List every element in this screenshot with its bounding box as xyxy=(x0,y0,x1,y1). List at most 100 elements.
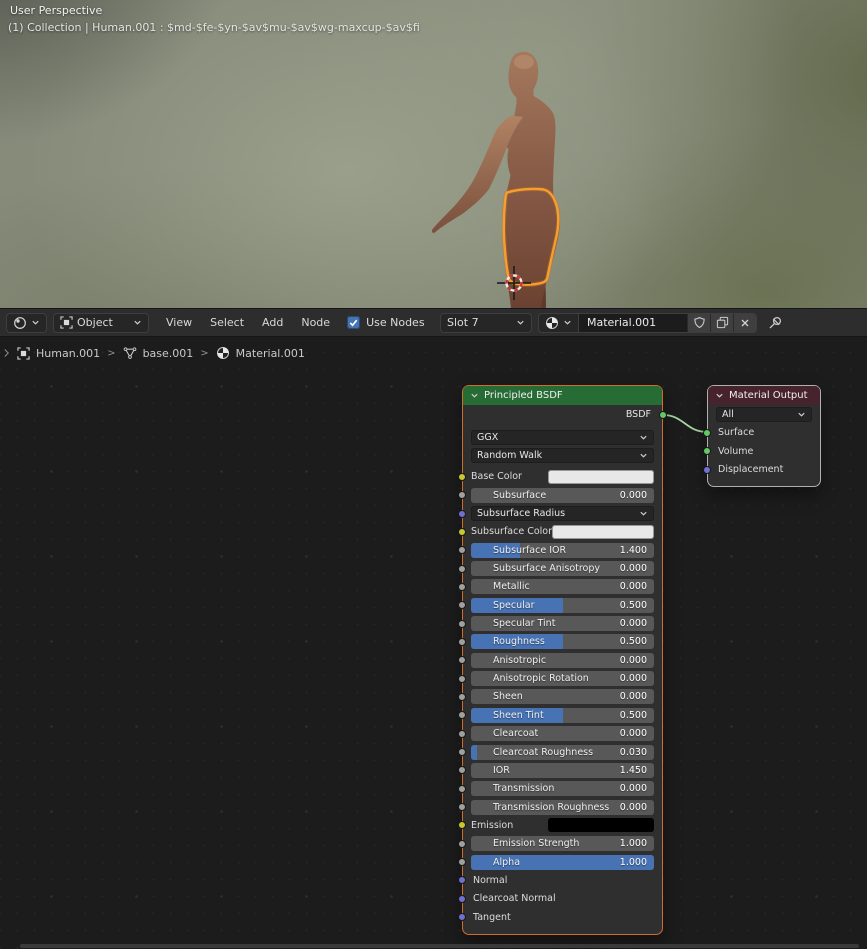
alpha-slider[interactable]: Alpha 1.000 xyxy=(471,854,654,870)
material-name-value[interactable]: Material.001 xyxy=(579,316,687,329)
tangent-input-socket[interactable] xyxy=(458,913,466,922)
displacement-input-socket[interactable] xyxy=(703,465,711,474)
material-name-field[interactable]: Material.001 xyxy=(578,312,757,333)
fake-user-button[interactable] xyxy=(687,313,710,332)
bsdf-output-socket[interactable] xyxy=(659,410,667,419)
sheen-input-socket[interactable] xyxy=(458,692,466,701)
subsurface-ior-input-socket[interactable] xyxy=(458,546,466,555)
transmission-input-socket[interactable] xyxy=(458,784,466,793)
subsurface-radius-dropdown[interactable]: Subsurface Radius xyxy=(471,506,654,522)
transmission-slider[interactable]: Transmission 0.000 xyxy=(471,781,654,797)
clearcoat-normal-input-socket[interactable] xyxy=(458,894,466,903)
close-icon xyxy=(741,319,749,326)
collapse-chevron-icon[interactable] xyxy=(715,391,724,400)
menu-node[interactable]: Node xyxy=(292,316,339,329)
subsurface-color-color-swatch[interactable] xyxy=(552,524,654,539)
param-row-metallic: Metallic 0.000 xyxy=(458,579,654,595)
base-color-input-socket[interactable] xyxy=(458,472,466,481)
volume-input-socket[interactable] xyxy=(703,447,711,456)
new-material-button[interactable] xyxy=(710,313,733,332)
slot-select[interactable]: Slot 7 xyxy=(440,312,532,333)
anisotropic-input-socket[interactable] xyxy=(458,656,466,665)
roughness-input-socket[interactable] xyxy=(458,637,466,646)
base-color-color-swatch[interactable] xyxy=(548,469,654,484)
param-label: Subsurface Radius xyxy=(477,508,566,520)
node-header-material-output[interactable]: Material Output xyxy=(708,386,820,405)
subsurface-method-dropdown[interactable]: Random Walk xyxy=(471,448,654,464)
param-value: 1.400 xyxy=(619,544,647,556)
emission-color-swatch[interactable] xyxy=(548,818,654,833)
subsurface-slider[interactable]: Subsurface 0.000 xyxy=(471,487,654,503)
material-browse-button[interactable] xyxy=(538,312,579,333)
surface-input-socket[interactable] xyxy=(703,428,711,437)
editor-type-button[interactable] xyxy=(6,312,47,333)
anisotropic-rotation-input-socket[interactable] xyxy=(458,674,466,683)
metallic-slider[interactable]: Metallic 0.000 xyxy=(471,579,654,595)
specular-slider[interactable]: Specular 0.500 xyxy=(471,597,654,613)
collapse-chevron-icon[interactable] xyxy=(470,391,479,400)
subsurface-anisotropy-slider[interactable]: Subsurface Anisotropy 0.000 xyxy=(471,561,654,577)
specular-input-socket[interactable] xyxy=(458,601,466,610)
anisotropic-rotation-slider[interactable]: Anisotropic Rotation 0.000 xyxy=(471,671,654,687)
node-header-principled[interactable]: Principled BSDF xyxy=(463,386,662,405)
clearcoat-slider[interactable]: Clearcoat 0.000 xyxy=(471,726,654,742)
input-label: Surface xyxy=(718,427,755,439)
param-row-base-color: Base Color xyxy=(458,469,654,484)
sheen-slider[interactable]: Sheen 0.000 xyxy=(471,689,654,705)
metallic-input-socket[interactable] xyxy=(458,582,466,591)
param-row-specular-tint: Specular Tint 0.000 xyxy=(458,616,654,632)
object-icon xyxy=(17,346,30,360)
alpha-input-socket[interactable] xyxy=(458,858,466,867)
target-row: All xyxy=(716,407,812,422)
output-target-dropdown[interactable]: All xyxy=(716,407,812,422)
shader-mode-select[interactable]: Object xyxy=(53,312,149,333)
param-value: 0.000 xyxy=(619,728,647,740)
horizontal-scrollbar[interactable] xyxy=(20,944,859,948)
chevron-down-icon xyxy=(134,320,141,325)
ior-slider[interactable]: IOR 1.450 xyxy=(471,762,654,778)
chevron-down-icon xyxy=(640,511,647,516)
param-value: 0.000 xyxy=(619,783,647,795)
subsurface-input-socket[interactable] xyxy=(458,491,466,500)
menu-view[interactable]: View xyxy=(157,316,201,329)
slot-label: Slot 7 xyxy=(447,316,479,329)
duplicate-icon xyxy=(716,316,728,329)
node-material-output[interactable]: Material Output All Surface Volume Displac… xyxy=(703,385,821,488)
unlink-material-button[interactable] xyxy=(733,313,756,332)
pin-icon xyxy=(769,316,782,328)
param-row-transmission-roughness: Transmission Roughness 0.000 xyxy=(458,799,654,815)
param-value: 1.450 xyxy=(619,764,647,776)
node-principled-bsdf[interactable]: Principled BSDF BSDF GGX Random Walk Bas… xyxy=(458,385,667,935)
menu-add[interactable]: Add xyxy=(253,316,292,329)
subsurface-anisotropy-input-socket[interactable] xyxy=(458,564,466,573)
sheen-tint-slider[interactable]: Sheen Tint 0.500 xyxy=(471,707,654,723)
anisotropic-slider[interactable]: Anisotropic 0.000 xyxy=(471,652,654,668)
normal-input-socket[interactable] xyxy=(458,876,466,885)
emission-strength-input-socket[interactable] xyxy=(458,839,466,848)
subsurface-color-input-socket[interactable] xyxy=(458,527,466,536)
transmission-roughness-slider[interactable]: Transmission Roughness 0.000 xyxy=(471,799,654,815)
menu-select[interactable]: Select xyxy=(201,316,253,329)
emission-input-socket[interactable] xyxy=(458,821,466,830)
specular-tint-input-socket[interactable] xyxy=(458,619,466,628)
distribution-dropdown[interactable]: GGX xyxy=(471,430,654,445)
clearcoat-roughness-input-socket[interactable] xyxy=(458,748,466,756)
use-nodes-checkbox[interactable]: Use Nodes xyxy=(347,316,425,329)
subsurface-ior-slider[interactable]: Subsurface IOR 1.400 xyxy=(471,542,654,558)
param-label: IOR xyxy=(493,764,510,776)
clearcoat-input-socket[interactable] xyxy=(458,729,466,738)
node-editor[interactable]: Human.001 > base.001 > Material.001 Prin… xyxy=(0,337,867,949)
roughness-slider[interactable]: Roughness 0.500 xyxy=(471,634,654,650)
panel-toggle-arrow[interactable] xyxy=(3,348,10,358)
emission-strength-slider[interactable]: Emission Strength 1.000 xyxy=(471,836,654,852)
head-highlight xyxy=(514,55,534,69)
subsurface-radius-input-socket[interactable] xyxy=(458,509,466,518)
viewport-3d[interactable]: User Perspective (1) Collection | Human.… xyxy=(0,0,867,308)
pin-button[interactable] xyxy=(767,315,783,331)
ior-input-socket[interactable] xyxy=(458,766,466,775)
specular-tint-slider[interactable]: Specular Tint 0.000 xyxy=(471,616,654,632)
sheen-tint-input-socket[interactable] xyxy=(458,711,466,720)
clearcoat-roughness-slider[interactable]: Clearcoat Roughness 0.030 xyxy=(471,744,654,760)
param-label: Anisotropic xyxy=(493,654,547,666)
transmission-roughness-input-socket[interactable] xyxy=(458,803,466,812)
